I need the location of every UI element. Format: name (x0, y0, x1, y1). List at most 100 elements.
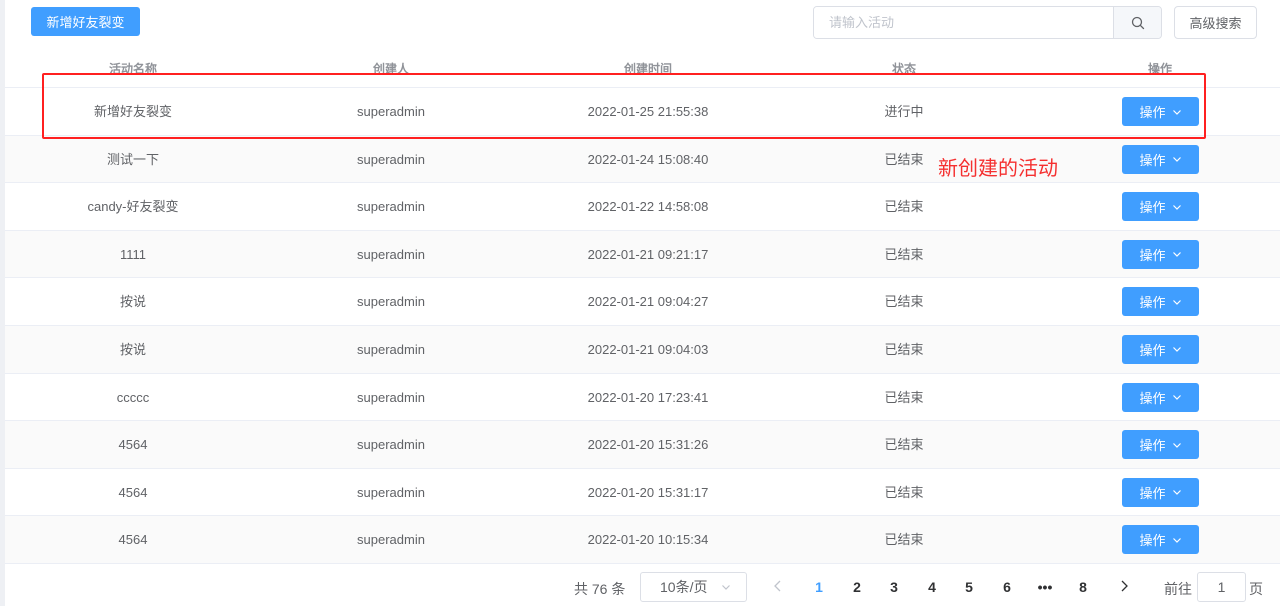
search-icon (1131, 16, 1144, 29)
row-action-label: 操作 (1139, 200, 1166, 216)
table-row: 4564 superadmin 2022-01-20 15:31:26 已结束 操作 (5, 421, 1280, 469)
page-number[interactable]: 3 (890, 579, 898, 595)
status-cell: 已结束 (884, 246, 924, 262)
activity-name-cell: candy-好友裂变 (87, 199, 179, 215)
table-row: 按说 superadmin 2022-01-21 09:04:27 已结束 操作 (5, 278, 1280, 326)
creator-cell: superadmin (357, 532, 425, 548)
chevron-down-icon (1172, 252, 1181, 258)
page-number[interactable]: 2 (853, 579, 861, 595)
created-time-cell: 2022-01-21 09:04:27 (587, 294, 709, 310)
page-number[interactable]: 4 (928, 579, 936, 595)
creator-cell: superadmin (357, 246, 425, 262)
chevron-down-icon (1172, 204, 1181, 210)
created-time-cell: 2022-01-20 15:31:26 (587, 437, 709, 453)
created-time-cell: 2022-01-21 09:04:03 (587, 341, 709, 357)
row-action-dropdown-button[interactable]: 操作 (1122, 382, 1199, 412)
table-row: candy-好友裂变 superadmin 2022-01-22 14:58:08 已… (5, 183, 1280, 231)
row-action-label: 操作 (1139, 485, 1166, 501)
creator-cell: superadmin (357, 199, 425, 215)
created-time-cell: 2022-01-21 09:21:17 (587, 246, 709, 262)
row-action-label: 操作 (1139, 295, 1166, 311)
row-action-dropdown-button[interactable]: 操作 (1122, 287, 1199, 317)
chevron-down-icon (1172, 537, 1181, 543)
row-action-dropdown-button[interactable]: 操作 (1122, 477, 1199, 507)
created-time-cell: 2022-01-20 10:15:34 (587, 532, 709, 548)
activity-name-cell: 按说 (119, 294, 147, 310)
page-number[interactable]: 6 (1003, 579, 1011, 595)
created-time-cell: 2022-01-22 14:58:08 (587, 199, 709, 215)
chevron-down-icon (1172, 490, 1181, 496)
status-cell: 已结束 (884, 294, 924, 310)
activity-name-cell: 按说 (119, 341, 147, 357)
activity-name-cell: ccccc (116, 389, 150, 405)
table-row: 1111 superadmin 2022-01-21 09:21:17 已结束 操作 (5, 230, 1280, 279)
page-more-ellipsis[interactable]: ••• (1038, 579, 1053, 595)
row-action-dropdown-button[interactable]: 操作 (1122, 525, 1199, 555)
prev-page-button[interactable] (772, 577, 784, 598)
page-number[interactable]: 1 (815, 579, 823, 595)
table-row: ccccc superadmin 2022-01-20 17:23:41 已结束 操作 (5, 374, 1280, 422)
pagination: 共 76 条 10条/页 1 2 3 4 5 6 ••• 8 前往 1 页 (0, 568, 1280, 606)
activity-name-cell: 4564 (118, 532, 148, 548)
creator-cell: superadmin (357, 151, 425, 167)
chevron-down-icon (1172, 299, 1181, 305)
chevron-down-icon (1172, 395, 1181, 400)
row-action-label: 操作 (1139, 390, 1166, 406)
status-cell: 已结束 (884, 199, 924, 215)
created-time-cell: 2022-01-24 15:08:40 (587, 151, 709, 167)
row-action-label: 操作 (1139, 342, 1166, 358)
status-cell: 已结束 (884, 341, 924, 357)
next-page-button[interactable] (1118, 577, 1130, 598)
creator-cell: superadmin (357, 294, 425, 310)
chevron-left-icon (774, 580, 781, 592)
chevron-down-icon (1172, 347, 1181, 353)
row-action-label: 操作 (1139, 247, 1166, 263)
status-cell: 已结束 (884, 532, 924, 548)
row-action-label: 操作 (1139, 152, 1166, 168)
row-action-dropdown-button[interactable]: 操作 (1122, 334, 1199, 364)
row-action-dropdown-button[interactable]: 操作 (1122, 192, 1199, 222)
activity-name-cell: 4564 (118, 484, 148, 500)
goto-page-input[interactable]: 1 (1197, 572, 1246, 602)
table-body: 新增好友裂变 superadmin 2022-01-25 21:55:38 进行中 操作… (5, 88, 1280, 564)
row-action-dropdown-button[interactable]: 操作 (1122, 430, 1199, 460)
chevron-down-icon (1172, 157, 1181, 162)
activity-name-cell: 1111 (119, 246, 147, 262)
creator-cell: superadmin (357, 484, 425, 500)
chevron-down-icon (1172, 442, 1181, 448)
creator-cell: superadmin (357, 389, 425, 405)
row-action-dropdown-button[interactable]: 操作 (1122, 239, 1199, 269)
activity-name-cell: 测试一下 (106, 151, 160, 167)
page-number[interactable]: 8 (1079, 579, 1087, 595)
search-box (813, 6, 1162, 39)
status-cell: 已结束 (884, 389, 924, 405)
page-size-value: 10条/页 (660, 579, 708, 595)
chevron-down-icon (722, 585, 731, 590)
status-cell: 已结束 (884, 437, 924, 453)
row-action-label: 操作 (1139, 533, 1166, 549)
advanced-search-button[interactable]: 高级搜索 (1174, 6, 1257, 39)
row-action-label: 操作 (1139, 438, 1166, 454)
table-row: 测试一下 superadmin 2022-01-24 15:08:40 已结束 操作 (5, 135, 1280, 184)
toolbar: 新增好友裂变 高级搜索 (0, 0, 1280, 46)
chevron-right-icon (1121, 580, 1128, 592)
search-button[interactable] (1113, 7, 1161, 38)
annotation-label: 新创建的活动 (938, 158, 1058, 180)
created-time-cell: 2022-01-20 15:31:17 (587, 484, 709, 500)
creator-cell: superadmin (357, 341, 425, 357)
table-row: 4564 superadmin 2022-01-20 15:31:17 已结束 操作 (5, 469, 1280, 517)
creator-cell: superadmin (357, 437, 425, 453)
page-number[interactable]: 5 (965, 579, 973, 595)
table-row: 4564 superadmin 2022-01-20 10:15:34 已结束 操作 (5, 516, 1280, 564)
activity-name-cell: 4564 (118, 437, 148, 453)
add-friend-fission-button[interactable]: 新增好友裂变 (31, 7, 140, 36)
activity-search-input[interactable] (814, 7, 1113, 38)
pagination-total: 共 76 条 (574, 581, 626, 597)
highlight-box (42, 73, 1206, 139)
table-row: 按说 superadmin 2022-01-21 09:04:03 已结束 操作 (5, 325, 1280, 374)
page-size-select[interactable]: 10条/页 (640, 572, 747, 602)
row-action-dropdown-button[interactable]: 操作 (1122, 144, 1199, 174)
goto-unit-label: 页 (1249, 581, 1263, 597)
created-time-cell: 2022-01-20 17:23:41 (587, 389, 709, 405)
status-cell: 已结束 (884, 151, 924, 167)
